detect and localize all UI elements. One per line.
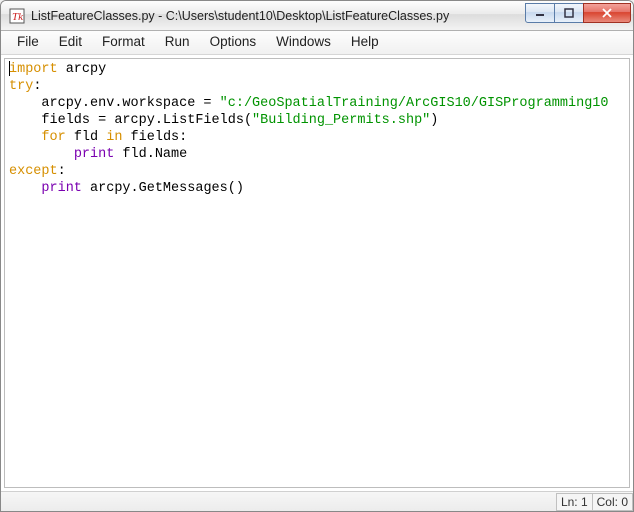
app-window: Tk ListFeatureClasses.py - C:\Users\stud… [0,0,634,512]
menu-windows[interactable]: Windows [266,31,341,54]
menu-edit[interactable]: Edit [49,31,92,54]
text-caret [9,61,10,76]
menu-help[interactable]: Help [341,31,389,54]
titlebar: Tk ListFeatureClasses.py - C:\Users\stud… [1,1,633,31]
window-title: ListFeatureClasses.py - C:\Users\student… [31,9,526,23]
status-line: Ln: 1 [556,493,593,511]
menu-run[interactable]: Run [155,31,200,54]
close-button[interactable] [583,3,631,23]
minimize-button[interactable] [525,3,555,23]
app-icon: Tk [9,8,25,24]
menubar: File Edit Format Run Options Windows Hel… [1,31,633,55]
svg-text:Tk: Tk [12,11,24,23]
editor-frame: import arcpy try: arcpy.env.workspace = … [4,58,630,488]
maximize-button[interactable] [554,3,584,23]
window-controls [526,3,631,23]
statusbar: Ln: 1 Col: 0 [1,491,633,511]
code-editor[interactable]: import arcpy try: arcpy.env.workspace = … [5,59,629,487]
status-col: Col: 0 [592,493,633,511]
menu-format[interactable]: Format [92,31,155,54]
menu-options[interactable]: Options [200,31,267,54]
menu-file[interactable]: File [7,31,49,54]
